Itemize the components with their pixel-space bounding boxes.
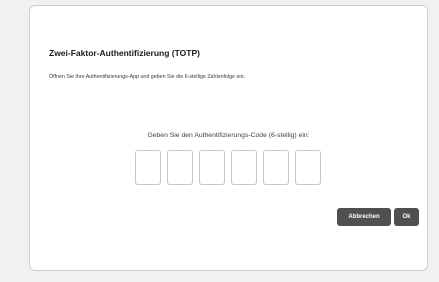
code-prompt-label: Geben Sie den Authentifizierungs-Code (6… [147, 132, 310, 139]
ok-button[interactable]: Ok [394, 208, 419, 226]
code-digit-input-1[interactable] [135, 150, 161, 185]
code-digit-input-5[interactable] [263, 150, 289, 185]
dialog-title: Zwei-Faktor-Authentifizierung (TOTP) [49, 48, 200, 58]
code-digit-input-3[interactable] [199, 150, 225, 185]
cancel-button[interactable]: Abbrechen [337, 208, 391, 226]
totp-dialog: Zwei-Faktor-Authentifizierung (TOTP) Öff… [29, 5, 428, 271]
code-digit-input-2[interactable] [167, 150, 193, 185]
code-input-group [135, 150, 321, 185]
code-digit-input-4[interactable] [231, 150, 257, 185]
dialog-description: Öffnen Sie Ihre Authentifizierungs-App u… [49, 74, 246, 80]
code-digit-input-6[interactable] [295, 150, 321, 185]
